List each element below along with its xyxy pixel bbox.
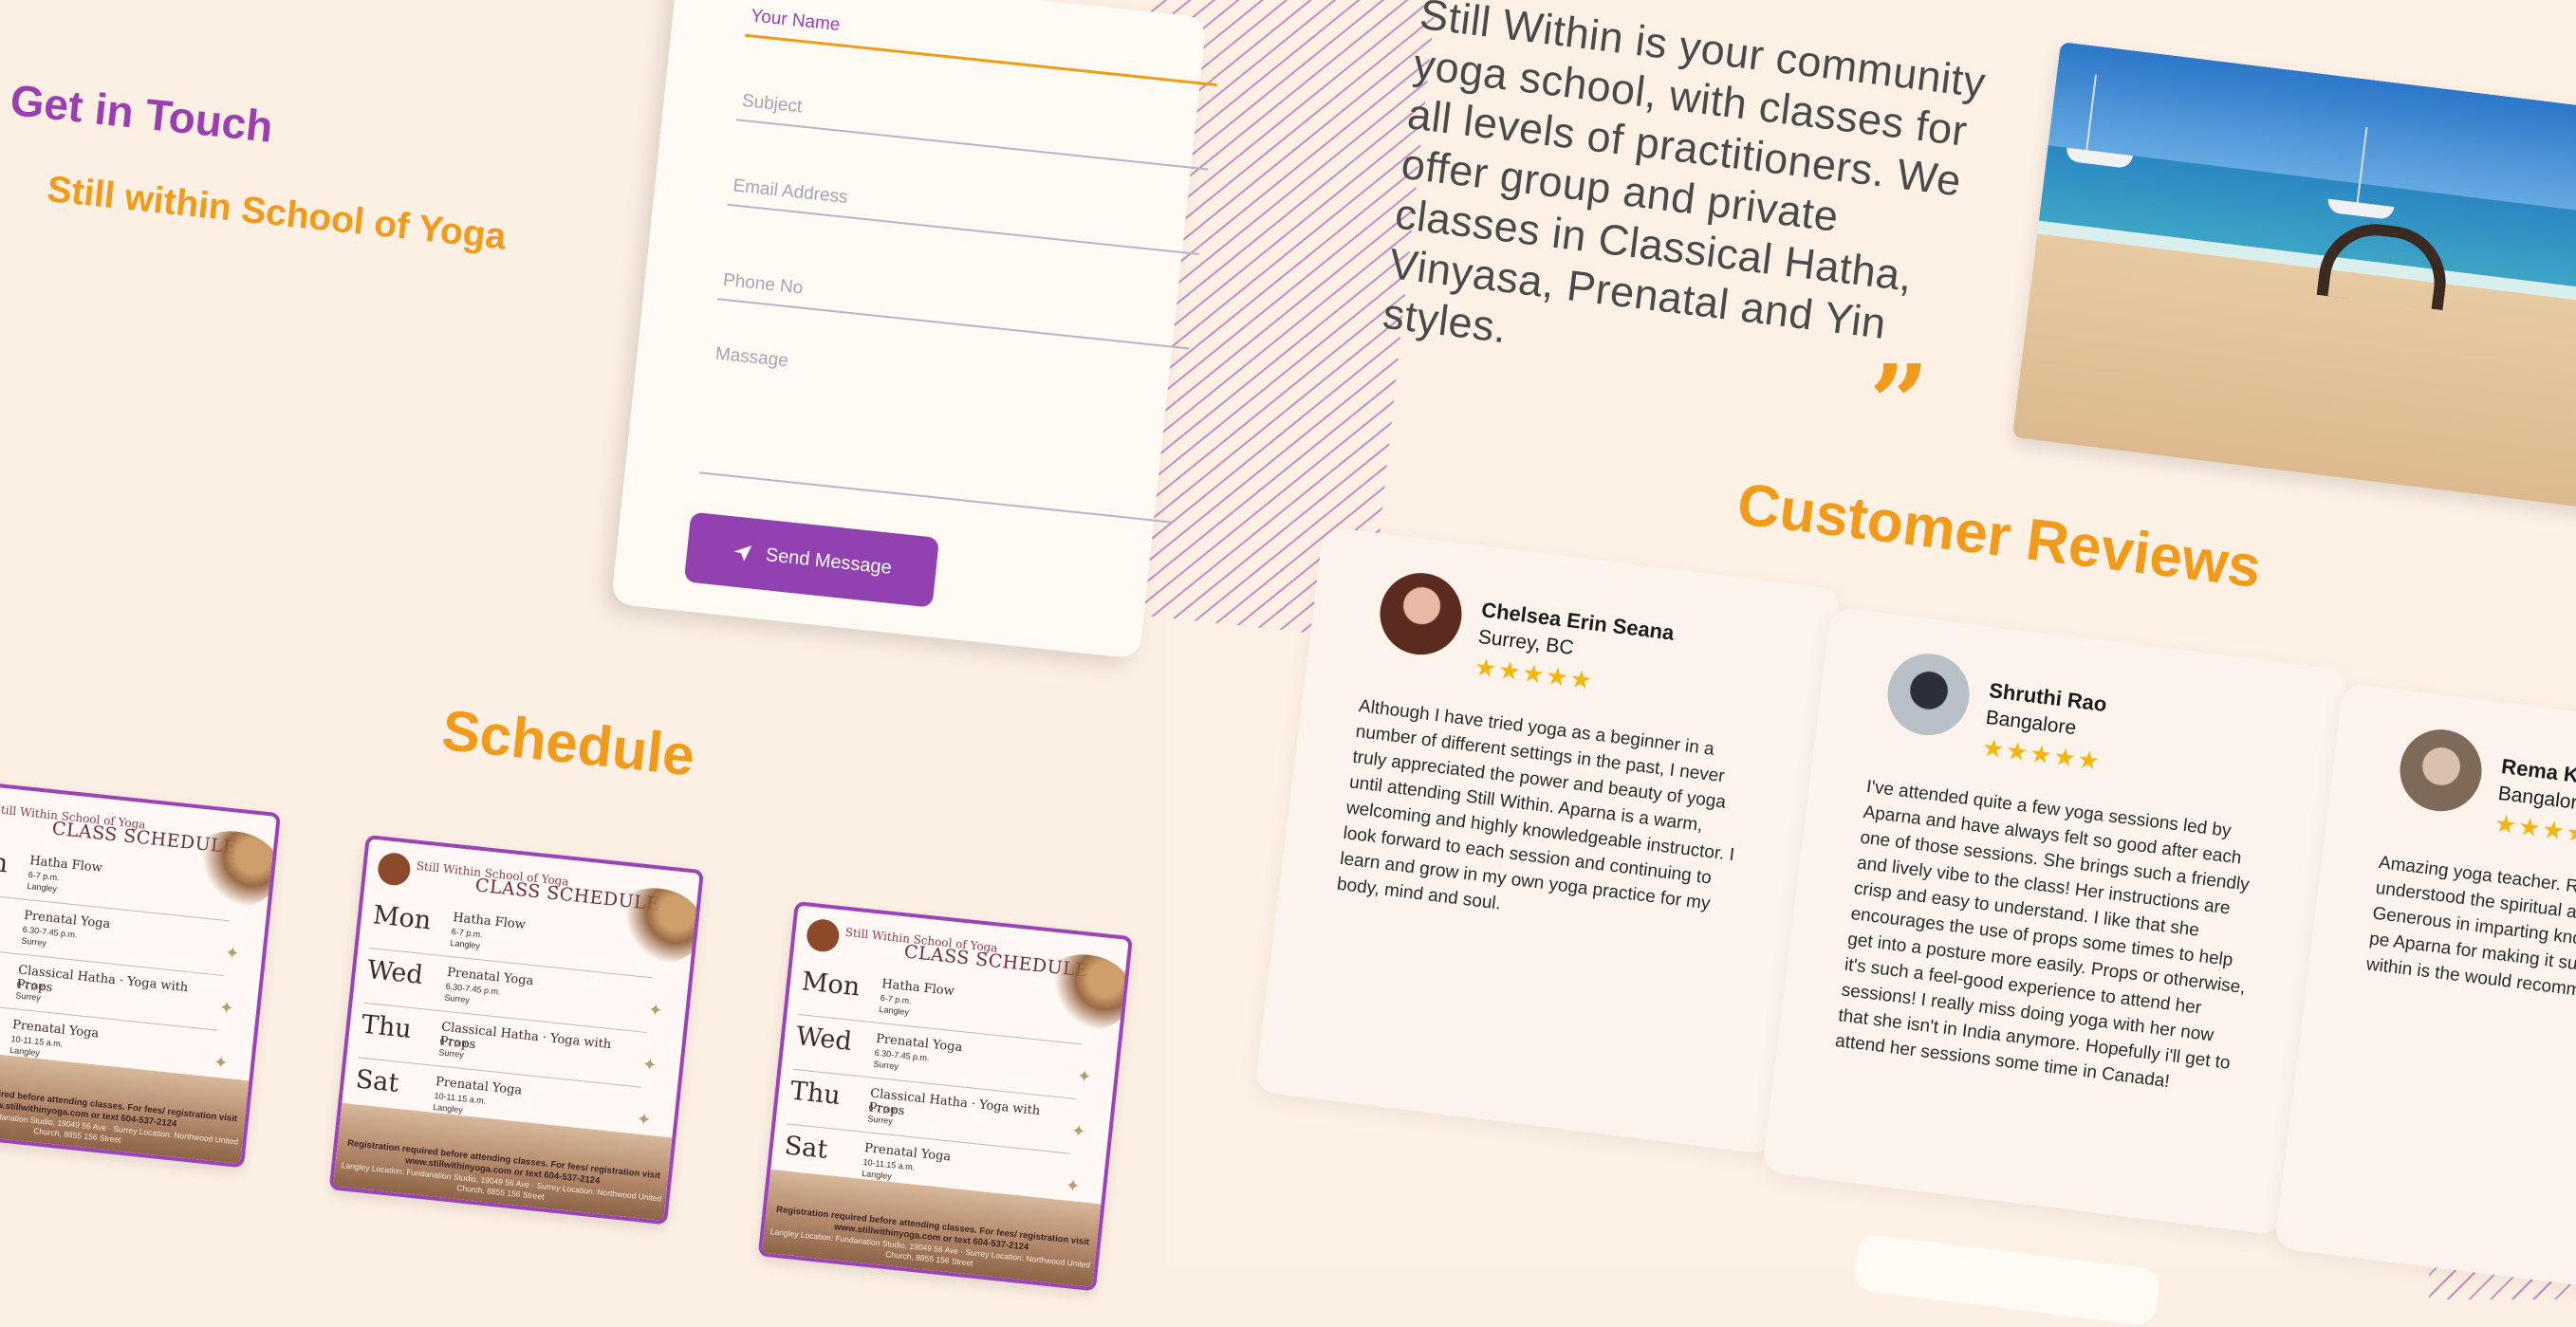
- send-message-label: Send Message: [764, 544, 893, 579]
- review-card-2: Shruthi Rao Bangalore ★★★★★ I've attende…: [1761, 607, 2349, 1236]
- schedule-day: Sat: [354, 1064, 400, 1098]
- schedule-location: Langley: [879, 1004, 910, 1018]
- schedule-location: Surrey: [437, 1047, 465, 1060]
- schedule-location: Surrey: [443, 992, 471, 1005]
- sparkle-icon: ✦: [1076, 1066, 1093, 1087]
- phone-field[interactable]: Phone No: [716, 254, 1195, 350]
- avatar: [1882, 649, 1974, 741]
- sparkle-icon: ✦: [1070, 1120, 1087, 1142]
- schedule-day: Sat: [783, 1131, 829, 1165]
- schedule-location: Langley: [450, 937, 481, 951]
- review-text: I've attended quite a few yoga sessions …: [1834, 777, 2251, 1093]
- sparkle-icon: ✦: [641, 1054, 658, 1076]
- schedule-location: Surrey: [872, 1059, 899, 1072]
- schedule-day: Mon: [800, 967, 862, 1003]
- rating-stars: ★★★★★: [2493, 808, 2576, 852]
- sparkle-icon: ✦: [636, 1109, 653, 1130]
- phone-field-placeholder: Phone No: [722, 269, 805, 299]
- contact-form: Your Name Subject Email Address Phone No…: [610, 0, 1222, 659]
- schedule-day: Wed: [794, 1021, 854, 1057]
- avatar: [2395, 725, 2487, 817]
- schedule-day: Thu: [360, 1009, 414, 1045]
- schedule-card-1[interactable]: Still Within School of Yoga CLASS SCHEDU…: [0, 778, 282, 1169]
- sparkle-icon: ✦: [647, 1000, 664, 1021]
- schedule-location: Surrey: [20, 935, 47, 949]
- review-text: Amazing yoga teacher. R yoga teachers tr…: [2364, 853, 2576, 1013]
- schedule-location: Surrey: [866, 1114, 894, 1126]
- schedule-day: Wed: [365, 954, 425, 990]
- contact-heading: Get in Touch: [8, 74, 276, 152]
- sparkle-icon: ✦: [213, 1052, 230, 1073]
- review-text: Although I have tried yoga as a beginner…: [1335, 696, 1736, 914]
- sparkle-icon: ✦: [224, 943, 241, 964]
- schedule-time: 6-7 p.m.: [28, 869, 61, 883]
- close-quote-icon: ”: [1869, 341, 1930, 464]
- schedule-day: Wed: [0, 898, 1, 933]
- avatar: [1375, 568, 1467, 660]
- schedule-card-3[interactable]: Still Within School of Yoga CLASS SCHEDU…: [757, 901, 1134, 1292]
- schedule-location: Langley: [27, 880, 58, 894]
- message-field[interactable]: Massage: [698, 330, 1186, 524]
- name-field[interactable]: Your Name: [745, 0, 1222, 87]
- schedule-time: 6-7 p.m.: [451, 926, 484, 940]
- send-message-button[interactable]: Send Message: [683, 511, 940, 608]
- send-icon: [732, 545, 752, 562]
- email-field-placeholder: Email Address: [732, 175, 849, 208]
- school-name: Still within School of Yoga: [45, 169, 509, 258]
- email-field[interactable]: Email Address: [727, 160, 1204, 256]
- logo-icon: [805, 917, 842, 953]
- schedule-day: Mon: [371, 900, 433, 936]
- schedule-time: 6-7 p.m.: [880, 992, 913, 1006]
- review-card-1: Chelsea Erin Seana Surrey, BC ★★★★★ Alth…: [1253, 526, 1842, 1155]
- schedule-day: Thu: [788, 1076, 843, 1112]
- schedule-card-2[interactable]: Still Within School of Yoga CLASS SCHEDU…: [328, 835, 705, 1226]
- subject-field-placeholder: Subject: [740, 90, 804, 118]
- rating-stars: ★★★★★: [1980, 732, 2103, 776]
- beach-yoga-photo: [2011, 42, 2576, 509]
- subject-field[interactable]: Subject: [735, 75, 1214, 171]
- sparkle-icon: ✦: [1065, 1175, 1082, 1196]
- name-field-placeholder: Your Name: [750, 6, 842, 36]
- message-field-placeholder: Massage: [713, 343, 789, 372]
- schedule-heading: Schedule: [438, 697, 698, 788]
- schedule-day: Mon: [0, 843, 9, 879]
- sparkle-icon: ✦: [218, 997, 235, 1019]
- logo-icon: [376, 851, 413, 887]
- rating-stars: ★★★★★: [1473, 652, 1596, 695]
- schedule-location: Surrey: [14, 990, 42, 1003]
